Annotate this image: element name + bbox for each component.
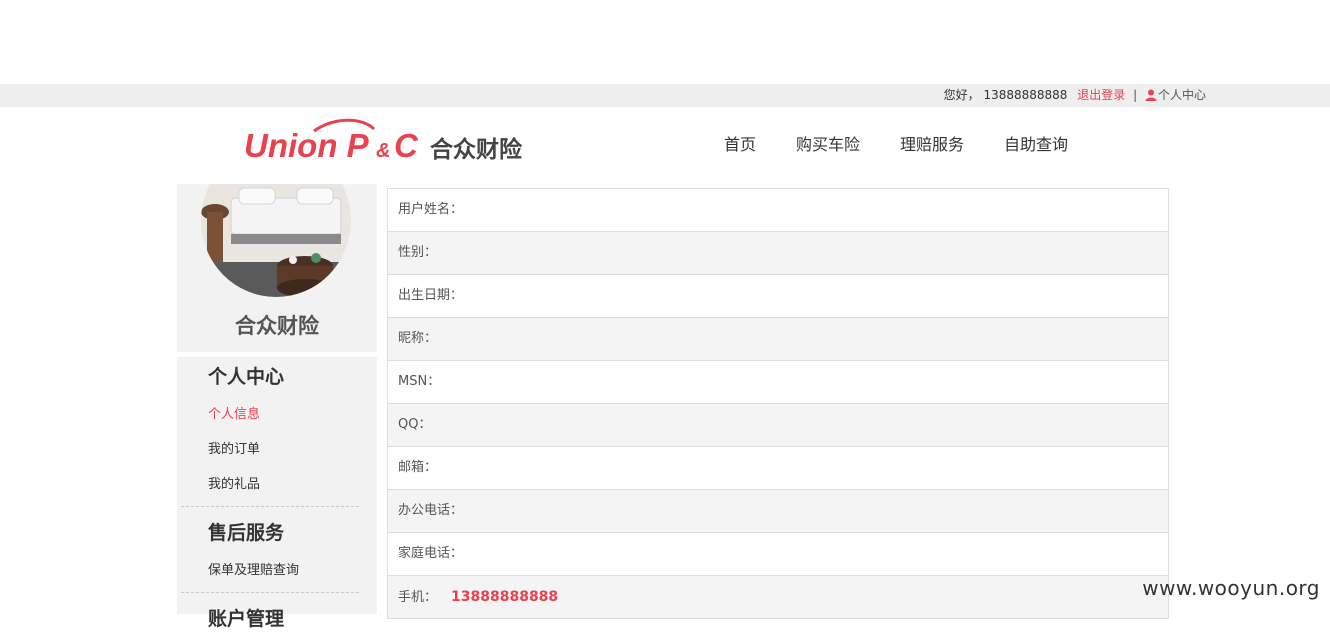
menu-title-account-management: 账户管理: [208, 608, 285, 630]
label-birthdate: 出生日期：: [398, 288, 464, 303]
greeting-text: 您好，: [943, 88, 980, 102]
profile-image: [201, 184, 351, 297]
label-nickname: 昵称：: [398, 331, 438, 346]
label-office-phone: 办公电话：: [398, 503, 464, 518]
menu-title-after-sales: 售后服务: [208, 522, 285, 544]
user-status: 您好， 13888888888 退出登录 | 个人中心: [944, 84, 1206, 107]
row-mobile: 手机： 13888888888: [388, 576, 1168, 619]
menu-item-my-gifts[interactable]: 我的礼品: [208, 467, 377, 502]
label-email: 邮箱：: [398, 460, 438, 475]
user-icon: [1145, 89, 1157, 101]
row-gender: 性别：: [388, 232, 1168, 275]
svg-text:合众财险: 合众财险: [430, 136, 523, 163]
svg-text:&: &: [376, 140, 390, 162]
logout-link[interactable]: 退出登录: [1077, 88, 1125, 102]
watermark: www.wooyun.org: [1142, 576, 1320, 600]
menu-divider: [181, 592, 359, 593]
row-office-phone: 办公电话：: [388, 490, 1168, 533]
row-birthdate: 出生日期：: [388, 275, 1168, 318]
label-qq: QQ：: [398, 417, 432, 432]
sidebar-menu: 个人中心 个人信息 我的订单 我的礼品 售后服务 保单及理赔查询 账户管理: [177, 357, 377, 630]
menu-group-personal-center: 个人中心 个人信息 我的订单 我的礼品: [177, 357, 377, 502]
separator: |: [1133, 88, 1138, 102]
row-nickname: 昵称：: [388, 318, 1168, 361]
menu-group-after-sales: 售后服务 保单及理赔查询: [177, 513, 377, 588]
personal-center-link[interactable]: 个人中心: [1145, 88, 1206, 102]
menu-group-account-management: 账户管理: [177, 599, 377, 639]
row-qq: QQ：: [388, 404, 1168, 447]
main-nav: 首页 购买车险 理赔服务 自助查询: [704, 131, 1088, 155]
sidebar-profile-card: 合众财险: [177, 184, 377, 352]
user-phone: 13888888888: [983, 88, 1068, 102]
label-home-phone: 家庭电话：: [398, 546, 464, 561]
site-header: Union P & C 合众财险 首页 购买车险 理赔服务 自助查询: [0, 107, 1330, 184]
menu-divider: [181, 506, 359, 507]
svg-text:C: C: [394, 127, 419, 164]
sidebar-brand: 合众财险: [235, 314, 319, 338]
label-msn: MSN：: [398, 374, 441, 389]
label-gender: 性别：: [398, 245, 438, 260]
row-home-phone: 家庭电话：: [388, 533, 1168, 576]
value-mobile: 13888888888: [451, 589, 559, 605]
company-logo[interactable]: Union P & C 合众财险: [244, 115, 544, 170]
personal-center-label: 个人中心: [1157, 88, 1206, 102]
row-email: 邮箱：: [388, 447, 1168, 490]
menu-item-my-orders[interactable]: 我的订单: [208, 432, 377, 467]
nav-self-service-query[interactable]: 自助查询: [984, 131, 1088, 155]
row-username: 用户姓名：: [388, 189, 1168, 232]
top-bar: 您好， 13888888888 退出登录 | 个人中心: [0, 84, 1330, 107]
label-username: 用户姓名：: [398, 202, 464, 217]
logo-graphic: Union P & C 合众财险: [244, 118, 523, 164]
row-msn: MSN：: [388, 361, 1168, 404]
nav-home[interactable]: 首页: [704, 131, 776, 155]
profile-info-table: 用户姓名： 性别： 出生日期： 昵称： MSN： QQ： 邮箱： 办公电话： 家…: [387, 188, 1169, 619]
nav-claims-service[interactable]: 理赔服务: [880, 131, 984, 155]
label-mobile: 手机：: [398, 590, 438, 605]
nav-buy-car-insurance[interactable]: 购买车险: [776, 131, 880, 155]
menu-item-personal-info[interactable]: 个人信息: [208, 397, 377, 432]
menu-title-personal-center: 个人中心: [208, 366, 285, 388]
svg-text:Union P: Union P: [244, 127, 370, 164]
menu-item-policy-claims-query[interactable]: 保单及理赔查询: [208, 553, 377, 588]
